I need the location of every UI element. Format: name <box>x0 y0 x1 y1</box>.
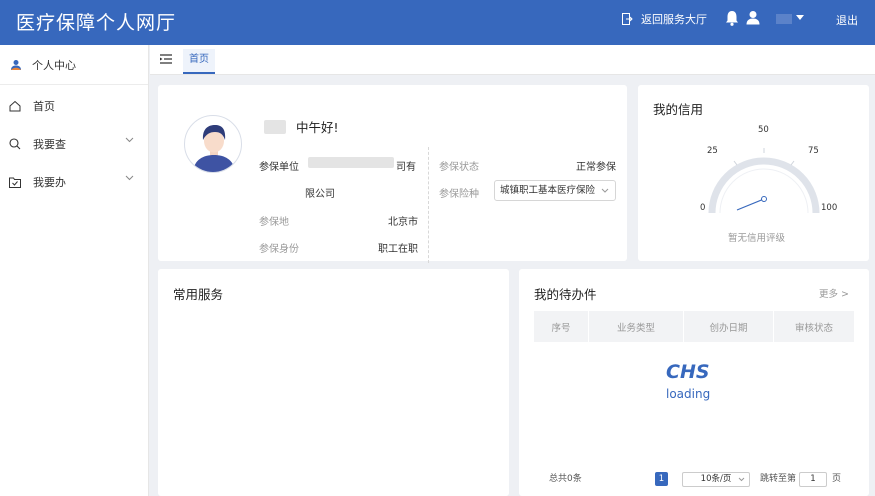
todo-card: 我的待办件 更多 > 序号 业务类型 创办日期 审核状态 CHS loading… <box>519 269 869 496</box>
status-value: 正常参保 <box>576 162 616 173</box>
identity-label: 参保身份 <box>259 244 299 255</box>
chevron-down-icon <box>125 137 134 143</box>
folder-check-icon <box>9 177 21 188</box>
total-count: 总共0条 <box>549 474 582 484</box>
sidebar-item-home[interactable]: 首页 <box>0 87 148 125</box>
todo-table-header: 序号 业务类型 创办日期 审核状态 <box>534 311 854 342</box>
common-services-card: 常用服务 <box>158 269 509 496</box>
sidebar-item-query[interactable]: 我要查 <box>0 125 148 163</box>
jump-label: 跳转至第 <box>760 474 797 484</box>
unit-redacted <box>308 157 394 168</box>
gauge-tick-100: 100 <box>821 203 838 213</box>
tab-home[interactable]: 首页 <box>183 49 215 74</box>
todo-title: 我的待办件 <box>534 287 597 302</box>
personal-center-label: 个人中心 <box>32 58 76 72</box>
name-redacted <box>264 119 286 134</box>
home-icon <box>9 100 21 112</box>
unit-value-tail: 司有 <box>396 162 416 173</box>
site-title: 医疗保障个人网厅 <box>16 12 177 34</box>
no-credit-rating: 暂无信用评级 <box>728 233 786 244</box>
services-title: 常用服务 <box>173 287 224 302</box>
avatar <box>184 115 242 173</box>
profile-card: 中午好! 参保单位 司有 限公司 参保地 北京市 参保身份 职工在职 参保状态 … <box>158 85 627 263</box>
chevron-down-icon <box>738 477 745 482</box>
person-logo-icon <box>11 59 21 70</box>
page-suffix: 页 <box>832 474 842 484</box>
credit-gauge <box>708 148 820 214</box>
gauge-tick-0: 0 <box>700 203 706 213</box>
logout-button[interactable]: 退出 <box>836 12 858 28</box>
jump-page-input[interactable]: 1 <box>799 472 827 487</box>
menu-fold-icon[interactable] <box>160 54 172 64</box>
unit-label: 参保单位 <box>259 162 299 173</box>
status-label: 参保状态 <box>439 162 479 173</box>
credit-title: 我的信用 <box>653 102 704 117</box>
gauge-tick-75: 75 <box>808 146 819 156</box>
chevron-down-icon <box>601 188 609 193</box>
chevron-down-icon <box>125 175 134 181</box>
more-link[interactable]: 更多 > <box>819 286 849 300</box>
sidebar-item-label: 首页 <box>33 100 55 113</box>
username-redacted <box>776 14 792 24</box>
column-header: 序号 <box>534 311 589 342</box>
user-dropdown-caret-icon[interactable] <box>796 15 804 20</box>
chs-logo: CHS <box>666 361 710 381</box>
search-icon <box>9 138 21 150</box>
top-bar: 医疗保障个人网厅 返回服务大厅 退出 <box>0 0 875 45</box>
insurance-label: 参保险种 <box>439 189 479 200</box>
sidebar-item-label: 我要办 <box>33 176 66 189</box>
gauge-tick-50: 50 <box>758 125 769 135</box>
column-header: 创办日期 <box>684 311 774 342</box>
user-icon[interactable] <box>746 10 760 25</box>
identity-value: 职工在职 <box>378 244 418 255</box>
chs-logo-text: CHS <box>666 361 710 381</box>
insurance-type-select[interactable]: 城镇职工基本医疗保险 <box>494 180 616 201</box>
sidebar-item-label: 我要查 <box>33 138 66 151</box>
credit-card: 我的信用 0 25 50 75 100 暂无信用评级 <box>638 85 869 261</box>
greeting: 中午好! <box>264 117 339 136</box>
gauge-tick-25: 25 <box>707 146 718 156</box>
tab-bar: 首页 <box>150 45 875 75</box>
page-size-select[interactable]: 10条/页 <box>682 472 750 487</box>
page-1-button[interactable]: 1 <box>655 472 668 486</box>
sidebar: 个人中心 首页 我要查 我要办 <box>0 45 149 496</box>
exit-door-icon <box>622 13 633 25</box>
column-header: 审核状态 <box>794 322 833 334</box>
return-label: 返回服务大厅 <box>641 13 707 26</box>
loading-text: loading <box>666 387 711 401</box>
sidebar-item-handle[interactable]: 我要办 <box>0 163 148 201</box>
person-avatar-icon <box>193 125 235 172</box>
unit-value-line2: 限公司 <box>305 189 335 200</box>
region-value: 北京市 <box>388 217 418 228</box>
page-size-value: 10条/页 <box>700 474 732 484</box>
bell-icon[interactable] <box>725 10 739 26</box>
personal-center[interactable]: 个人中心 <box>0 45 148 85</box>
return-service-hall-link[interactable]: 返回服务大厅 <box>622 11 707 27</box>
insurance-selected-value: 城镇职工基本医疗保险 <box>500 185 596 196</box>
greeting-text: 中午好! <box>296 120 339 135</box>
column-header: 业务类型 <box>589 311 684 342</box>
info-divider <box>428 147 429 263</box>
region-label: 参保地 <box>259 217 289 228</box>
